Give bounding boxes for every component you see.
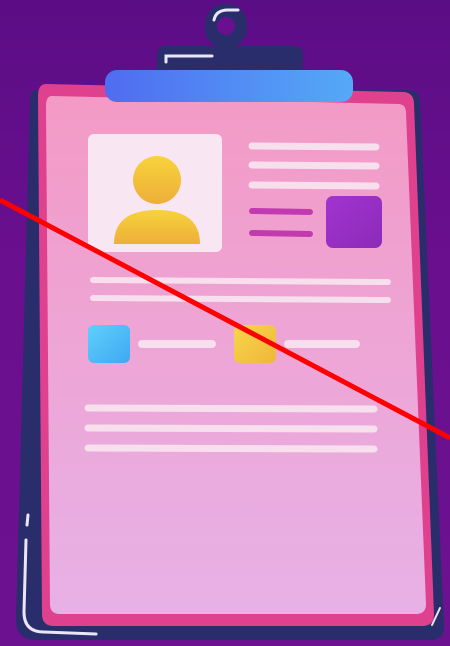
purple-badge — [326, 196, 382, 248]
clip-icon — [157, 4, 303, 80]
blue-chip — [88, 325, 130, 363]
avatar — [88, 134, 222, 252]
avatar-head-icon — [133, 156, 181, 204]
clipboard-resume-illustration — [0, 4, 450, 640]
clip-bar — [105, 70, 353, 102]
illustration-scene — [0, 0, 450, 646]
